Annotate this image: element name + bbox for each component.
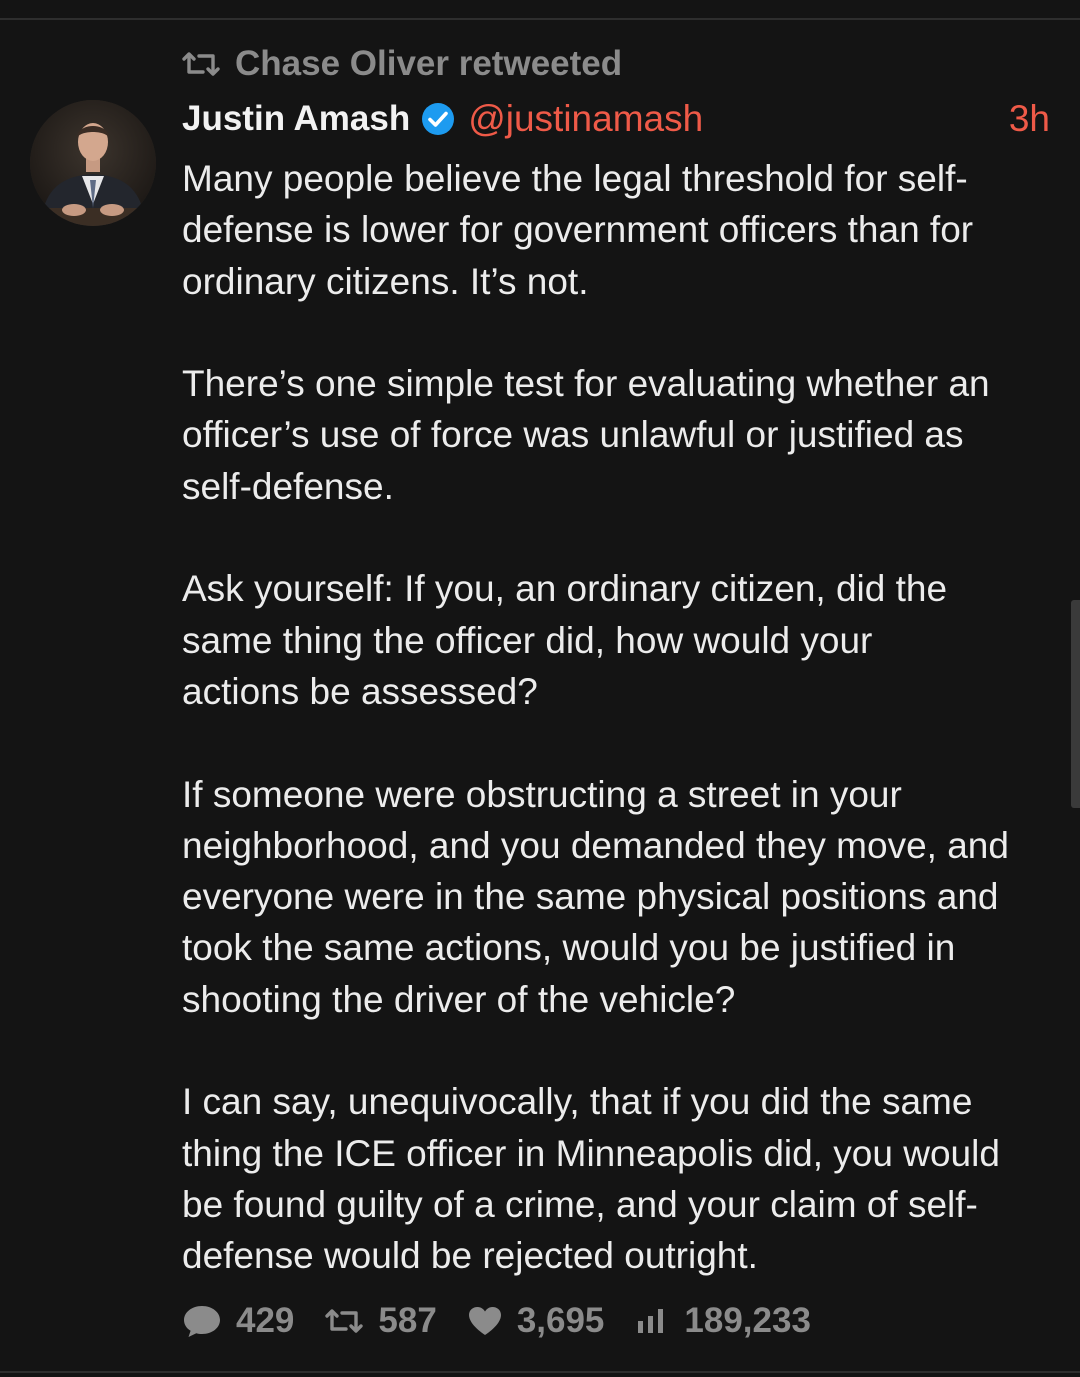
tweet-paragraph: If someone were obstructing a street in … xyxy=(182,773,1009,1020)
retweet-context[interactable]: Chase Oliver retweeted xyxy=(181,44,622,84)
retweet-label: Chase Oliver retweeted xyxy=(235,44,623,83)
tweet-paragraph: Many people believe the legal threshold … xyxy=(182,158,974,302)
tweet-timestamp[interactable]: 3h xyxy=(1009,98,1050,140)
scrollbar[interactable] xyxy=(1071,600,1080,808)
retweet-count: 587 xyxy=(378,1301,437,1340)
reply-count: 429 xyxy=(236,1301,295,1340)
tweet-header: Justin Amash @justinamash 3h xyxy=(182,97,1050,141)
tweet-paragraph: I can say, unequivocally, that if you di… xyxy=(182,1081,1000,1277)
tweet-paragraph: Ask yourself: If you, an ordinary citize… xyxy=(182,568,948,712)
heart-icon xyxy=(467,1305,503,1337)
author-name[interactable]: Justin Amash xyxy=(182,99,410,139)
tweet-text: Many people believe the legal threshold … xyxy=(182,153,1062,1282)
bottom-divider xyxy=(0,1371,1080,1373)
verified-badge-icon xyxy=(420,101,456,137)
view-count: 189,233 xyxy=(684,1301,811,1340)
retweet-icon xyxy=(181,50,221,78)
retweet-button[interactable]: 587 xyxy=(324,1301,437,1341)
author-handle[interactable]: @justinamash xyxy=(468,98,703,140)
bar-chart-icon xyxy=(634,1307,670,1335)
tweet-paragraph: There’s one simple test for evaluating w… xyxy=(182,363,990,507)
reply-button[interactable]: 429 xyxy=(182,1301,294,1341)
retweet-icon xyxy=(324,1307,364,1335)
tweet-stats: 429 587 3,695 189,233 xyxy=(182,1299,841,1343)
like-button[interactable]: 3,695 xyxy=(467,1301,605,1341)
reply-bubble-icon xyxy=(182,1303,222,1339)
like-count: 3,695 xyxy=(516,1301,605,1340)
avatar[interactable] xyxy=(30,100,156,226)
top-divider xyxy=(0,18,1080,20)
views-button[interactable]: 189,233 xyxy=(634,1301,811,1341)
